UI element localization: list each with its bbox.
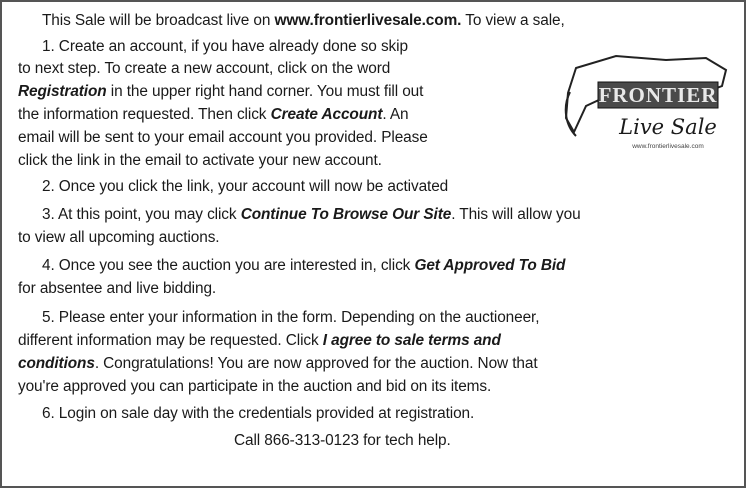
intro-text-end: To view a sale, bbox=[461, 12, 565, 29]
step6-line1: 6. Login on sale day with the credential… bbox=[42, 405, 475, 422]
create-account-term: Create Account bbox=[270, 106, 383, 123]
step3-line1-post: . This will allow you bbox=[451, 206, 581, 223]
step5-line3-post: . Congratulations! You are now approved … bbox=[94, 355, 538, 372]
step1-line4-pre: the information requested. Then click bbox=[18, 106, 271, 123]
step3-line2: to view all upcoming auctions. bbox=[18, 229, 220, 246]
logo-word-frontier: FRONTIER bbox=[599, 83, 718, 107]
intro-line: This Sale will be broadcast live on www.… bbox=[42, 10, 565, 32]
step5-line1: 5. Please enter your information in the … bbox=[42, 309, 540, 326]
intro-text: This Sale will be broadcast live on bbox=[42, 12, 275, 29]
frontier-live-sale-logo: FRONTIER Live Sale www.frontierlivesale.… bbox=[556, 48, 738, 156]
step1-line1: 1. Create an account, if you have alread… bbox=[42, 38, 408, 55]
logo-word-live-sale: Live Sale bbox=[618, 115, 717, 139]
step5-line3: conditions. Congratulations! You are now… bbox=[18, 353, 538, 375]
registration-term: Registration bbox=[18, 83, 107, 100]
step4-line2: for absentee and live bidding. bbox=[18, 280, 217, 297]
sale-url: www.frontierlivesale.com. bbox=[274, 12, 462, 29]
tech-help-line: Call 866-313-0123 for tech help. bbox=[234, 432, 451, 449]
step2-line1: 2. Once you click the link, your account… bbox=[42, 178, 449, 195]
step1-line3-rest: in the upper right hand corner. You must… bbox=[106, 83, 424, 100]
step4-line1: 4. Once you see the auction you are inte… bbox=[42, 255, 565, 277]
step1-line4-post: . An bbox=[382, 106, 409, 123]
step5-line2: different information may be requested. … bbox=[18, 330, 501, 352]
continue-browse-term: Continue To Browse Our Site bbox=[240, 206, 452, 223]
step1-line4: the information requested. Then click Cr… bbox=[18, 104, 409, 126]
step1-line2: to next step. To create a new account, c… bbox=[18, 60, 391, 77]
agree-terms-term: I agree to sale terms and bbox=[322, 332, 501, 349]
step3-line1: 3. At this point, you may click Continue… bbox=[42, 204, 581, 226]
step4-line1-pre: 4. Once you see the auction you are inte… bbox=[42, 257, 415, 274]
step3-line1-pre: 3. At this point, you may click bbox=[42, 206, 241, 223]
step1-line5: email will be sent to your email account… bbox=[18, 129, 428, 146]
step1-line3: Registration in the upper right hand cor… bbox=[18, 81, 423, 103]
step5-line4: you're approved you can participate in t… bbox=[18, 378, 492, 395]
conditions-term: conditions bbox=[18, 355, 95, 372]
step1-line6: click the link in the email to activate … bbox=[18, 152, 382, 169]
logo-graphic: FRONTIER Live Sale www.frontierlivesale.… bbox=[564, 54, 728, 150]
get-approved-term: Get Approved To Bid bbox=[414, 257, 566, 274]
logo-url: www.frontierlivesale.com bbox=[631, 143, 704, 150]
step5-line2-pre: different information may be requested. … bbox=[18, 332, 323, 349]
